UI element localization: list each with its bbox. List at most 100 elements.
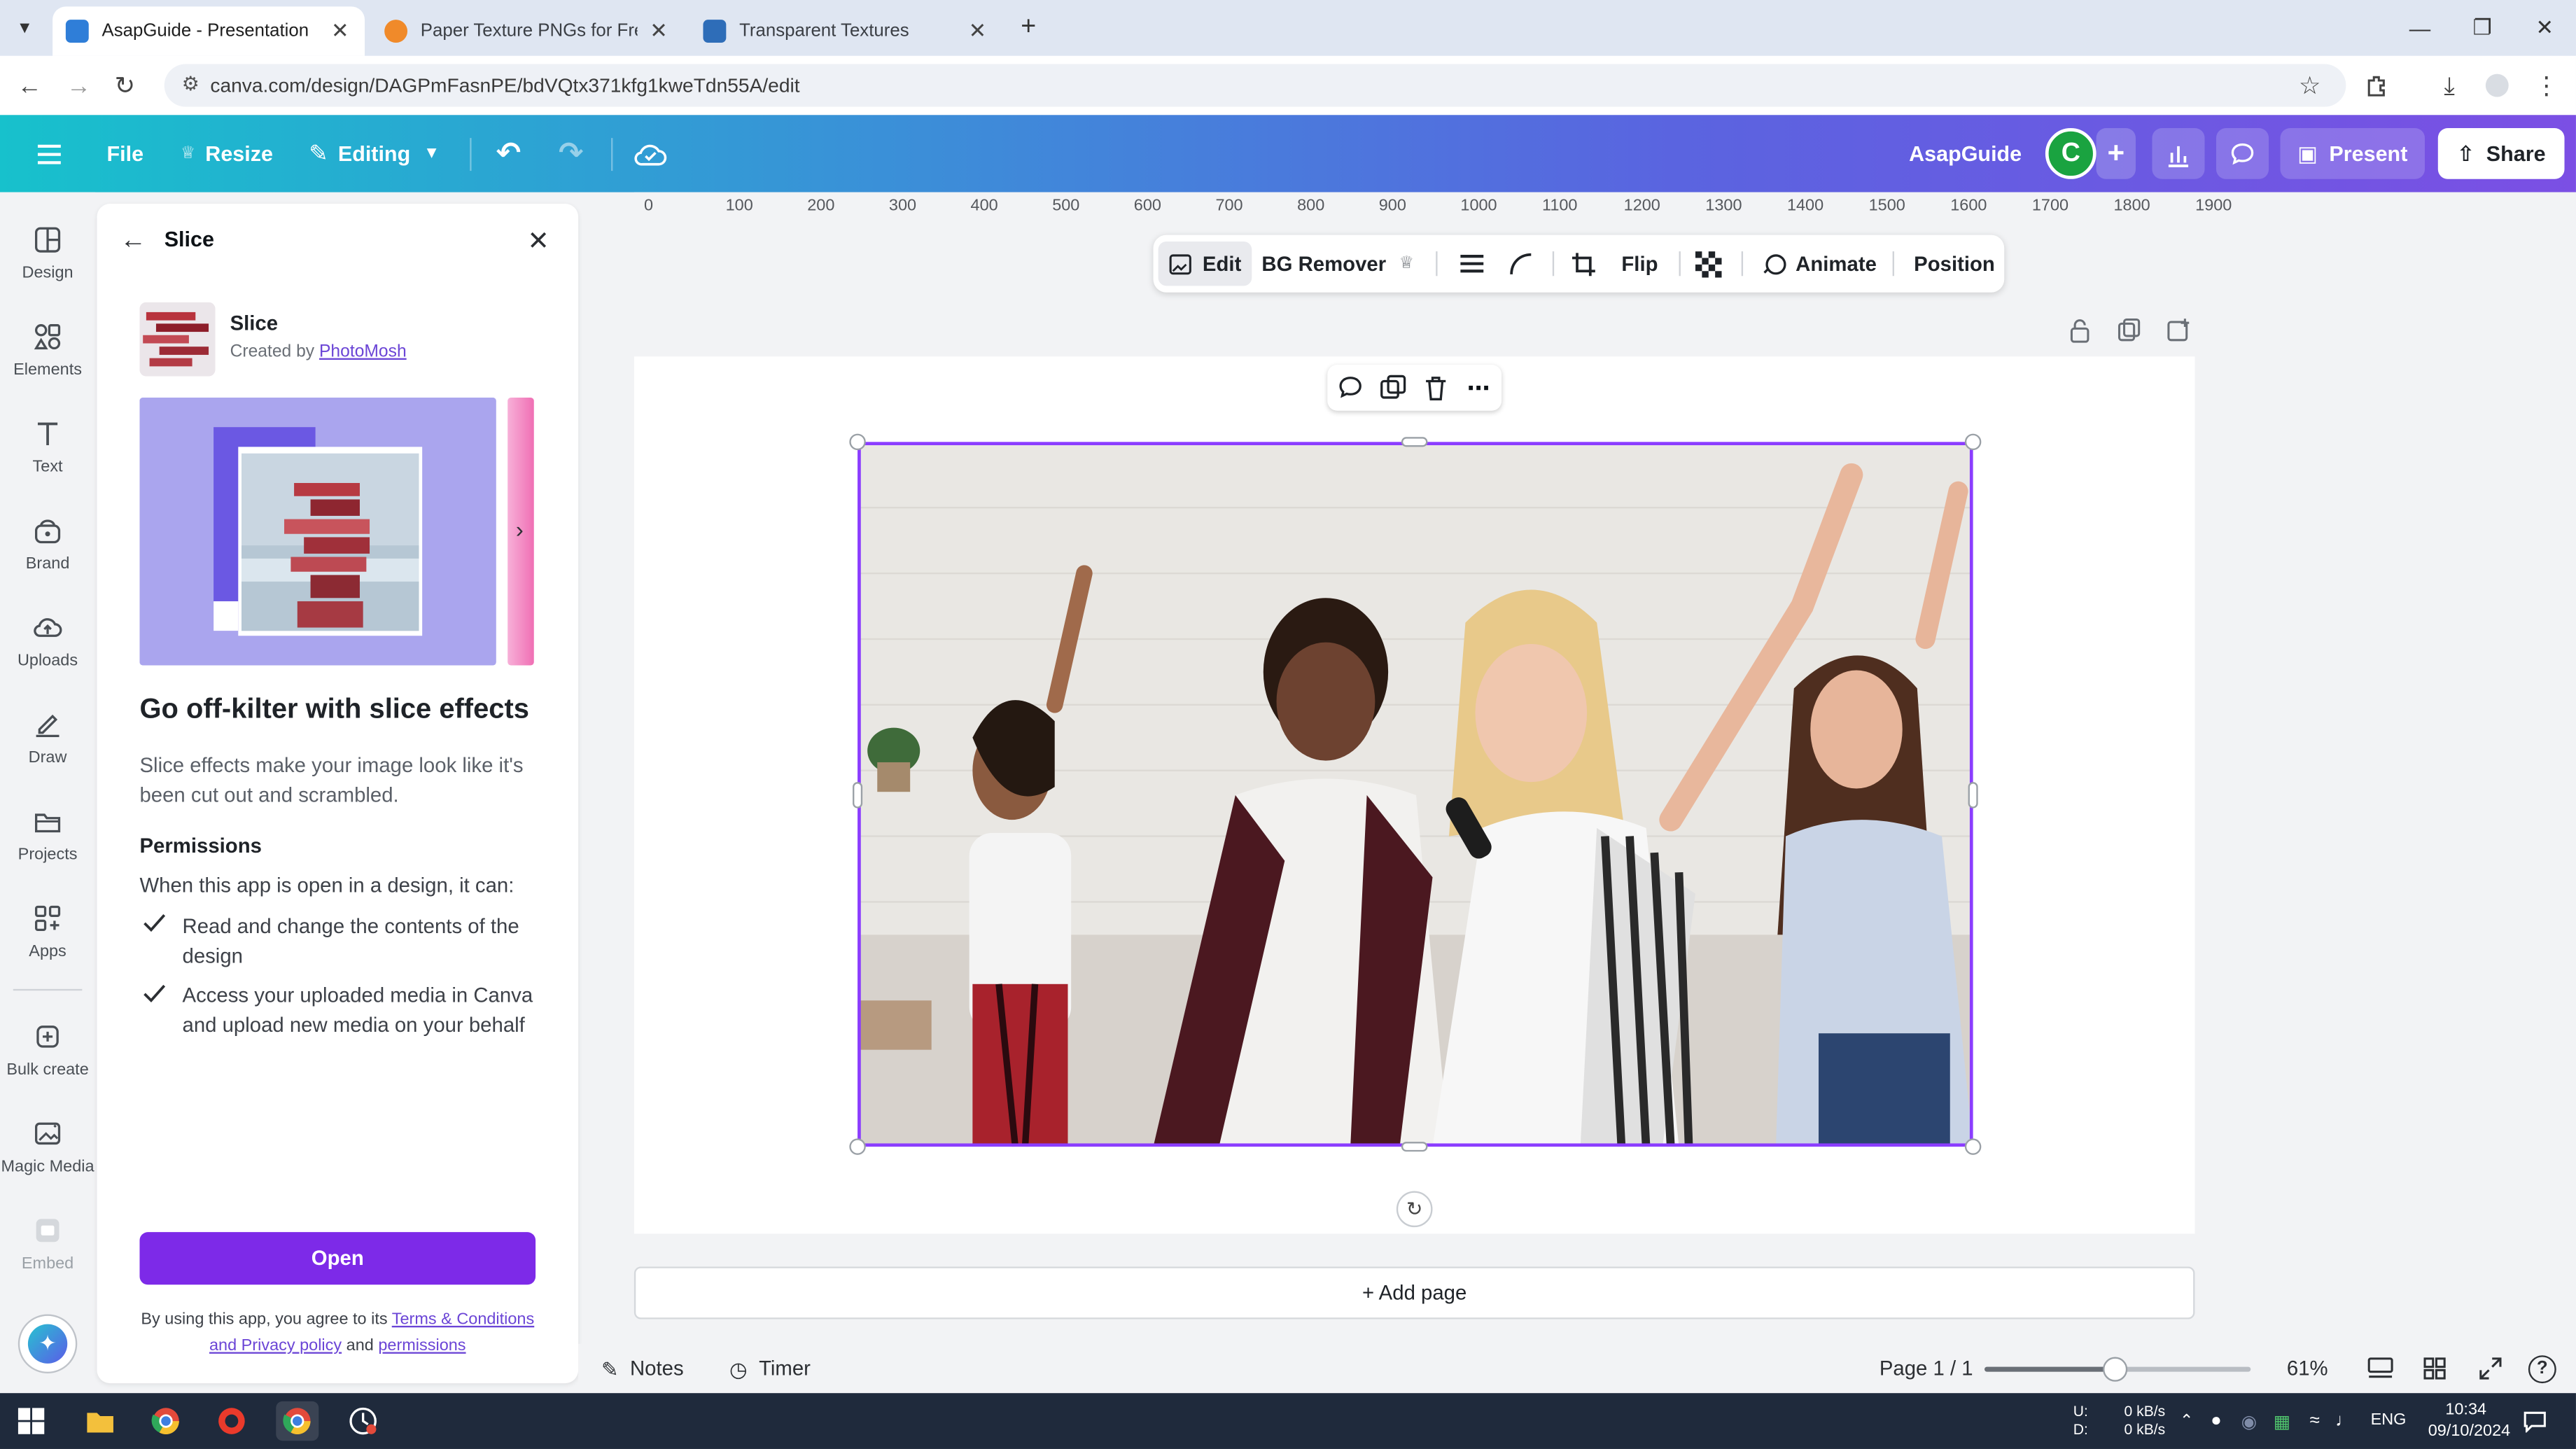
restore-icon[interactable]: ❐: [2458, 10, 2507, 46]
undo-icon[interactable]: ↶: [496, 115, 521, 192]
flip-button[interactable]: Flip: [1621, 235, 1658, 293]
download-icon[interactable]: ⤓: [2433, 69, 2466, 102]
rotate-handle-icon[interactable]: ↻: [1396, 1191, 1433, 1228]
resize-handle-bottom-right[interactable]: [1964, 1138, 1982, 1155]
crop-icon[interactable]: [1571, 235, 1597, 293]
main-menu-icon[interactable]: [33, 115, 66, 192]
rail-item-text[interactable]: Text: [0, 404, 95, 489]
comment-add-icon[interactable]: [1336, 373, 1365, 402]
file-menu[interactable]: File: [107, 115, 144, 192]
back-icon[interactable]: ←: [13, 69, 46, 102]
resize-handle-top-left[interactable]: [849, 433, 866, 451]
carousel-next-icon[interactable]: ›: [516, 516, 524, 542]
rail-item-uploads[interactable]: Uploads: [0, 598, 95, 683]
recorder-icon[interactable]: [210, 1401, 253, 1441]
add-collaborator-button[interactable]: +: [2096, 128, 2136, 179]
insights-button[interactable]: [2152, 128, 2205, 179]
lock-icon[interactable]: [2066, 317, 2093, 344]
zoom-percent[interactable]: 61%: [2287, 1344, 2328, 1393]
resize-button[interactable]: ♕ Resize: [181, 115, 273, 192]
timer-button[interactable]: ◷ Timer: [729, 1344, 811, 1393]
more-options-icon[interactable]: ⋯: [1464, 373, 1493, 402]
close-tab-icon[interactable]: ✕: [648, 18, 671, 45]
close-tab-icon[interactable]: ✕: [966, 18, 989, 45]
cloud-save-icon[interactable]: [634, 115, 667, 192]
rail-item-magic-media[interactable]: Magic Media: [0, 1104, 95, 1189]
open-app-button[interactable]: Open: [139, 1232, 536, 1285]
notes-button[interactable]: ✎ Notes: [601, 1344, 684, 1393]
avatar[interactable]: C: [2045, 128, 2096, 179]
bg-remover-button[interactable]: BG Remover ♕: [1261, 235, 1414, 293]
clock-app-icon[interactable]: [342, 1401, 384, 1441]
language-indicator[interactable]: ENG: [2371, 1411, 2407, 1429]
fullscreen-icon[interactable]: [2479, 1344, 2502, 1393]
new-tab-icon[interactable]: +: [1009, 10, 1048, 46]
share-button[interactable]: ⇧ Share: [2437, 128, 2565, 179]
browser-tab-asapguide[interactable]: AsapGuide - Presentation ✕: [52, 6, 365, 56]
profile-icon[interactable]: [2481, 69, 2514, 102]
position-button[interactable]: Position: [1914, 235, 1995, 293]
duplicate-page-icon[interactable]: [2116, 317, 2143, 344]
grid-view-icon[interactable]: [2423, 1344, 2446, 1393]
browser-tab-transparent-textures[interactable]: Transparent Textures ✕: [690, 6, 1002, 55]
forward-icon[interactable]: →: [62, 69, 95, 102]
rail-item-draw[interactable]: Draw: [0, 695, 95, 780]
trash-icon[interactable]: [1421, 373, 1450, 402]
chrome-icon[interactable]: [145, 1401, 188, 1441]
rail-item-elements[interactable]: Elements: [0, 307, 95, 393]
add-page-icon[interactable]: [2165, 317, 2192, 344]
browser-menu-icon[interactable]: ⋮: [2530, 69, 2563, 102]
volume-icon[interactable]: ♩: [2323, 1401, 2366, 1441]
team-name[interactable]: AsapGuide: [1909, 115, 2022, 192]
resize-handle-bottom[interactable]: [1401, 1142, 1428, 1152]
page-indicator[interactable]: Page 1 / 1: [1879, 1344, 1973, 1393]
editing-mode-dropdown[interactable]: ✎ Editing ▼: [309, 115, 440, 192]
help-icon[interactable]: ?: [2528, 1344, 2556, 1393]
zoom-slider[interactable]: [1984, 1357, 2251, 1382]
notifications-icon[interactable]: [2514, 1401, 2556, 1441]
page-view-icon[interactable]: [2367, 1344, 2394, 1393]
browser-tab-paper-texture[interactable]: Paper Texture PNGs for Free Do ✕: [371, 6, 683, 55]
rail-item-bulk-create[interactable]: Bulk create: [0, 1007, 95, 1093]
windows-start-icon[interactable]: [10, 1401, 52, 1441]
back-arrow-icon[interactable]: ←: [120, 227, 146, 256]
chrome-active-icon[interactable]: [276, 1401, 319, 1441]
corner-rounding-icon[interactable]: [1508, 235, 1534, 293]
creator-link[interactable]: PhotoMosh: [319, 342, 407, 361]
rail-item-apps[interactable]: Apps: [0, 889, 95, 974]
zoom-slider-knob[interactable]: [2103, 1357, 2128, 1382]
resize-handle-top-right[interactable]: [1964, 433, 1982, 451]
resize-handle-top[interactable]: [1401, 437, 1428, 447]
rail-item-projects[interactable]: Projects: [0, 792, 95, 877]
resize-handle-bottom-left[interactable]: [849, 1138, 866, 1155]
reload-icon[interactable]: ↻: [108, 69, 141, 102]
edit-image-button[interactable]: Edit: [1158, 241, 1252, 286]
transparency-icon[interactable]: [1695, 235, 1722, 293]
resize-handle-left[interactable]: [853, 782, 863, 808]
file-explorer-icon[interactable]: [79, 1401, 122, 1441]
site-info-icon[interactable]: ⚙: [177, 72, 204, 99]
animate-button[interactable]: Animate: [1761, 235, 1877, 293]
magic-assistant-button[interactable]: ✦: [18, 1314, 78, 1374]
duplicate-icon[interactable]: [1378, 373, 1408, 402]
rail-item-embed[interactable]: Embed: [0, 1201, 95, 1287]
minimize-icon[interactable]: —: [2395, 10, 2444, 46]
extensions-icon[interactable]: [2360, 69, 2393, 102]
border-style-icon[interactable]: [1459, 235, 1485, 293]
close-window-icon[interactable]: ✕: [2520, 10, 2569, 46]
rail-item-design[interactable]: Design: [0, 210, 95, 295]
rail-item-brand[interactable]: Brand: [0, 501, 95, 587]
selection-frame[interactable]: [858, 442, 1973, 1147]
resize-handle-right[interactable]: [1968, 782, 1978, 808]
permissions-link[interactable]: permissions: [378, 1337, 465, 1355]
redo-icon[interactable]: ↷: [559, 115, 583, 192]
bookmark-star-icon[interactable]: ☆: [2293, 69, 2326, 102]
tab-search-icon[interactable]: ▼: [6, 10, 43, 46]
clock[interactable]: 10:34 09/10/2024: [2428, 1400, 2510, 1443]
present-button[interactable]: ▣ Present: [2280, 128, 2426, 179]
add-page-button[interactable]: + Add page: [634, 1266, 2195, 1320]
close-tab-icon[interactable]: ✕: [328, 18, 351, 45]
url-field[interactable]: ⚙ canva.com/design/DAGPmFasnPE/bdVQtx371…: [164, 64, 2346, 107]
close-panel-icon[interactable]: ✕: [527, 225, 549, 258]
comments-button[interactable]: [2216, 128, 2269, 179]
